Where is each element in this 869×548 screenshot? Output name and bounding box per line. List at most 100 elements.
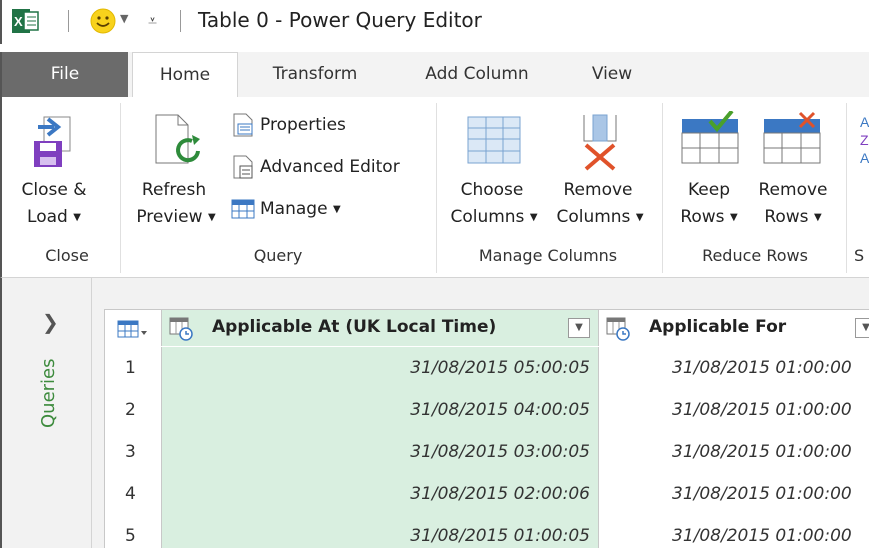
table-cell[interactable]: 31/08/2015 01:00:00	[599, 431, 869, 473]
remove-rows-label-2: Rows	[764, 207, 809, 227]
choose-columns-button[interactable]: Choose Columns ▼	[442, 105, 546, 245]
tab-transform[interactable]: Transform	[252, 52, 378, 97]
refresh-preview-button[interactable]: Refresh Preview ▼	[128, 105, 224, 245]
keep-rows-label-2-wrap: Rows ▼	[670, 204, 748, 231]
group-divider	[436, 103, 437, 273]
smiley-dropdown-icon[interactable]: ▼	[120, 12, 128, 25]
ribbon: Close & Load ▼ Close Refresh Preview ▼ P…	[0, 97, 869, 278]
row-number: 1	[105, 347, 162, 389]
keep-rows-icon	[681, 111, 739, 164]
table-cell[interactable]: 31/08/2015 01:00:05	[162, 515, 599, 548]
tab-file[interactable]: File	[2, 52, 128, 97]
table-cell[interactable]: 31/08/2015 04:00:05	[162, 389, 599, 431]
remove-columns-label-2: Columns	[556, 207, 631, 227]
keep-rows-button[interactable]: Keep Rows ▼	[670, 105, 748, 245]
datetime-type-icon[interactable]	[605, 316, 631, 342]
table-row[interactable]: 2 31/08/2015 04:00:05 31/08/2015 01:00:0…	[105, 389, 869, 431]
manage-button[interactable]: Manage ▼	[230, 195, 341, 223]
choose-columns-label-1: Choose	[460, 180, 524, 200]
column-header-label: Applicable At (UK Local Time)	[212, 317, 497, 337]
column-header-applicable-at[interactable]: Applicable At (UK Local Time) ▼	[162, 310, 599, 346]
table-cell[interactable]: 31/08/2015 01:00:00	[599, 515, 869, 548]
refresh-label-2: Preview	[136, 207, 203, 227]
choose-columns-label-2: Columns	[450, 207, 525, 227]
column-filter-dropdown[interactable]: ▼	[568, 318, 590, 338]
table-cell[interactable]: 31/08/2015 01:00:00	[599, 389, 869, 431]
remove-columns-button[interactable]: Remove Columns ▼	[548, 105, 652, 245]
svg-text:A: A	[860, 150, 869, 166]
remove-rows-icon	[763, 111, 821, 164]
table-cell[interactable]: 31/08/2015 03:00:05	[162, 431, 599, 473]
advanced-editor-button[interactable]: Advanced Editor	[230, 153, 400, 181]
keep-rows-label-1: Keep	[687, 180, 730, 200]
table-cell[interactable]: 31/08/2015 01:00:00	[599, 473, 869, 515]
table-cell[interactable]: 31/08/2015 02:00:06	[162, 473, 599, 515]
group-label-manage-columns: Manage Columns	[478, 246, 618, 265]
group-divider	[662, 103, 663, 273]
group-label-next: S	[854, 246, 865, 265]
close-load-label-1: Close &	[21, 180, 87, 200]
data-grid: Applicable At (UK Local Time) ▼ Applicab…	[104, 309, 869, 548]
chevron-down-icon: ▼	[635, 212, 644, 223]
refresh-label-2-wrap: Preview ▼	[128, 204, 224, 231]
title-separator	[68, 10, 69, 32]
queries-label-text: Queries	[38, 358, 59, 428]
chevron-down-icon: ▼	[813, 212, 822, 223]
group-divider	[120, 103, 121, 273]
title-separator	[180, 10, 181, 32]
table-row[interactable]: 4 31/08/2015 02:00:06 31/08/2015 01:00:0…	[105, 473, 869, 515]
group-label-close: Close	[45, 246, 89, 265]
close-load-label-2: Load	[27, 207, 68, 227]
datetime-type-icon[interactable]	[168, 316, 194, 342]
tab-home[interactable]: Home	[132, 52, 238, 98]
table-row[interactable]: 1 31/08/2015 05:00:05 31/08/2015 01:00:0…	[105, 347, 869, 389]
chevron-down-icon: ▼	[73, 212, 81, 223]
properties-button[interactable]: Properties	[230, 111, 346, 139]
customize-toolbar-icon[interactable]: ⩡	[148, 11, 157, 31]
properties-label: Properties	[260, 115, 346, 135]
remove-columns-label-2-wrap: Columns ▼	[548, 204, 652, 231]
chevron-down-icon: ▼	[529, 212, 538, 223]
advanced-editor-label: Advanced Editor	[260, 157, 400, 177]
svg-text:A: A	[860, 114, 869, 130]
table-cell[interactable]: 31/08/2015 05:00:05	[162, 347, 599, 389]
queries-pane-label[interactable]: Queries	[38, 358, 59, 428]
group-divider	[846, 103, 847, 273]
table-cell[interactable]: 31/08/2015 01:00:00	[599, 347, 869, 389]
column-filter-dropdown[interactable]: ▼	[855, 318, 869, 338]
row-number: 2	[105, 389, 162, 431]
row-number: 5	[105, 515, 162, 548]
excel-icon[interactable]: X	[12, 7, 40, 35]
window-title: Table 0 - Power Query Editor	[198, 8, 482, 32]
grid-header-row: Applicable At (UK Local Time) ▼ Applicab…	[105, 310, 869, 346]
table-menu-button[interactable]	[105, 310, 162, 346]
chevron-down-icon: ▼	[332, 204, 341, 215]
sort-icon[interactable]: A Z A	[858, 111, 869, 171]
advanced-editor-icon	[233, 155, 253, 179]
queries-pane: ❯ Queries	[2, 278, 92, 548]
remove-rows-button[interactable]: Remove Rows ▼	[752, 105, 834, 245]
table-row[interactable]: 5 31/08/2015 01:00:05 31/08/2015 01:00:0…	[105, 515, 869, 548]
chevron-down-icon: ▼	[207, 212, 216, 223]
tab-add-column[interactable]: Add Column	[402, 52, 552, 97]
expand-queries-icon[interactable]: ❯	[42, 310, 59, 334]
remove-rows-label-2-wrap: Rows ▼	[752, 204, 834, 231]
svg-text:Z: Z	[860, 132, 869, 148]
close-load-icon	[34, 116, 71, 167]
smiley-icon[interactable]	[90, 8, 116, 34]
table-row[interactable]: 3 31/08/2015 03:00:05 31/08/2015 01:00:0…	[105, 431, 869, 473]
keep-rows-label-2: Rows	[680, 207, 725, 227]
svg-text:X: X	[14, 14, 23, 29]
row-number: 4	[105, 473, 162, 515]
workspace: ❯ Queries Applicable At (UK Local Time) …	[0, 278, 869, 548]
chevron-down-icon: ▼	[729, 212, 738, 223]
tab-view[interactable]: View	[572, 52, 652, 97]
group-label-reduce-rows: Reduce Rows	[702, 246, 808, 265]
title-bar: X ▼ ⩡ Table 0 - Power Query Editor	[0, 0, 869, 44]
table-icon	[117, 320, 147, 338]
column-header-applicable-for[interactable]: Applicable For ▼	[599, 310, 869, 346]
table-icon	[231, 199, 255, 219]
column-header-label: Applicable For	[649, 317, 787, 337]
remove-columns-label-1: Remove	[563, 180, 633, 200]
close-load-button[interactable]: Close & Load ▼	[14, 105, 104, 245]
